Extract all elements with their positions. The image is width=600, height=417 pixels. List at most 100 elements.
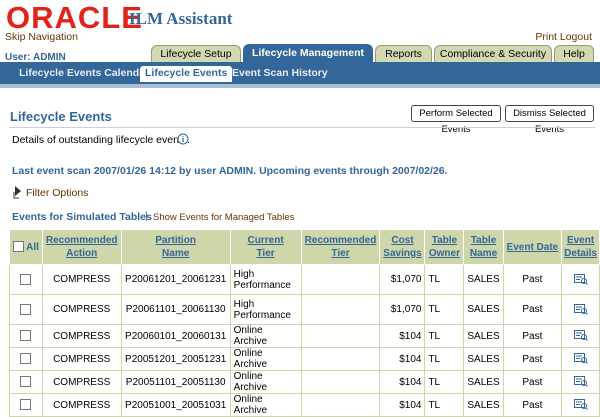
- row-select-checkbox[interactable]: [20, 353, 32, 365]
- tab-lifecycle-management[interactable]: Lifecycle Management: [243, 44, 373, 63]
- table-row: COMPRESS P20051001_20051031 Online Archive…: [9, 393, 600, 417]
- subnav-events-calendar[interactable]: Lifecycle Events Calendar: [14, 66, 154, 82]
- col-event-details[interactable]: Event Details: [561, 229, 600, 265]
- select-all-header: All: [9, 229, 43, 265]
- event-details-cell: [561, 393, 600, 417]
- table-row: COMPRESS P20060101_20060131 Online Archive…: [9, 324, 600, 348]
- cost-savings-cell: $104: [379, 324, 426, 348]
- partition-name-cell: P20051001_20051031: [120, 393, 231, 417]
- row-select-cell: [9, 393, 43, 417]
- print-link[interactable]: Print: [535, 31, 557, 43]
- current-tier-text: Online Archive: [233, 371, 268, 393]
- col-table-owner[interactable]: Table Owner: [424, 229, 465, 265]
- col-owner-l1: Table: [431, 235, 458, 246]
- tab-reports[interactable]: Reports: [375, 45, 432, 62]
- current-tier-text: High: [233, 268, 255, 280]
- current-tier-text: High: [233, 298, 255, 310]
- partition-name-cell: P20051201_20051231: [120, 347, 231, 371]
- app-name: ILM Assistant: [129, 9, 233, 28]
- current-tier-cell: High Performance: [229, 294, 302, 325]
- dismiss-selected-events-button[interactable]: Dismiss Selected Events: [505, 105, 594, 135]
- current-tier-text: Performance: [233, 309, 291, 321]
- table-owner-cell: TL: [424, 264, 465, 295]
- row-select-checkbox[interactable]: [20, 399, 32, 411]
- col-partition-l2: Name: [162, 248, 190, 259]
- recommended-action-cell: COMPRESS: [41, 294, 122, 325]
- col-owner-l2: Owner: [428, 248, 460, 259]
- row-select-cell: [9, 347, 43, 371]
- last-scan-info: Last event scan 2007/01/26 14:12 by user…: [12, 165, 448, 177]
- table-owner-cell: TL: [424, 370, 465, 394]
- event-details-cell: [561, 294, 600, 325]
- col-recommended-action[interactable]: Recommended Action: [41, 229, 122, 265]
- recommended-action-cell: COMPRESS: [41, 393, 122, 417]
- table-header-row: All Recommended Action Partition Name Curr…: [9, 229, 600, 265]
- info-icon[interactable]: i: [177, 133, 189, 145]
- partition-name-cell: P20061101_20061130: [120, 294, 231, 325]
- table-name-cell: SALES: [463, 347, 504, 371]
- perform-selected-events-button[interactable]: Perform Selected Events: [411, 105, 501, 135]
- col-current-tier-l2: Tier: [256, 248, 275, 259]
- event-details-icon[interactable]: [573, 399, 588, 411]
- logout-link[interactable]: Logout: [560, 31, 592, 43]
- event-details-icon[interactable]: [573, 273, 588, 285]
- col-cost-savings[interactable]: Cost Savings: [379, 229, 426, 265]
- filter-options-link[interactable]: Filter Options: [26, 187, 88, 199]
- table-owner-cell: TL: [424, 324, 465, 348]
- current-tier-cell: Online Archive: [229, 347, 302, 371]
- col-cost-l1: Cost: [391, 235, 414, 246]
- tab-lifecycle-setup[interactable]: Lifecycle Setup: [151, 45, 241, 62]
- event-date-cell: Past: [502, 370, 563, 394]
- recommended-tier-cell: [300, 370, 381, 394]
- event-details-cell: [561, 370, 600, 394]
- recommended-action-cell: COMPRESS: [41, 264, 122, 295]
- subnav-lifecycle-events[interactable]: Lifecycle Events: [140, 66, 233, 82]
- cost-savings-cell: $104: [379, 393, 426, 417]
- global-links: Print Logout: [535, 31, 592, 43]
- col-table-name[interactable]: Table Name: [463, 229, 504, 265]
- table-name-cell: SALES: [463, 324, 504, 348]
- row-select-cell: [9, 294, 43, 325]
- event-date-cell: Past: [502, 324, 563, 348]
- event-details-cell: [561, 347, 600, 371]
- col-partition-name[interactable]: Partition Name: [120, 229, 231, 265]
- row-select-checkbox[interactable]: [20, 330, 32, 342]
- tab-help[interactable]: Help: [554, 45, 594, 62]
- row-select-cell: [9, 370, 43, 394]
- events-section-title: Events for Simulated Tables: [12, 211, 152, 223]
- row-select-checkbox[interactable]: [20, 376, 32, 388]
- filter-toggle-icon[interactable]: [12, 185, 24, 199]
- table-row: COMPRESS P20061101_20061130 High Performanc…: [9, 294, 600, 325]
- table-name-cell: SALES: [463, 264, 504, 295]
- col-current-tier[interactable]: Current Tier: [229, 229, 302, 265]
- event-date-cell: Past: [502, 347, 563, 371]
- event-details-icon[interactable]: [573, 330, 588, 342]
- tab-compliance-security[interactable]: Compliance & Security: [434, 45, 552, 62]
- recommended-tier-cell: [300, 264, 381, 295]
- skip-navigation-link[interactable]: Skip Navigation: [5, 31, 78, 43]
- partition-name-cell: P20060101_20060131: [120, 324, 231, 348]
- col-rec-action-l2: Action: [66, 248, 98, 259]
- table-name-cell: SALES: [463, 393, 504, 417]
- event-details-icon[interactable]: [573, 353, 588, 365]
- col-event-date[interactable]: Event Date: [502, 229, 563, 265]
- sub-navigation-bar: Lifecycle Events Calendar Lifecycle Even…: [0, 62, 600, 84]
- event-date-cell: Past: [502, 294, 563, 325]
- event-details-icon[interactable]: [573, 303, 588, 315]
- row-select-checkbox[interactable]: [20, 303, 32, 315]
- subnav-event-scan-history[interactable]: Event Scan History: [227, 66, 333, 82]
- row-select-checkbox[interactable]: [20, 273, 32, 285]
- recommended-tier-cell: [300, 294, 381, 325]
- current-tier-cell: Online Archive: [229, 324, 302, 348]
- event-details-cell: [561, 264, 600, 295]
- table-row: COMPRESS P20051201_20051231 Online Archive…: [9, 347, 600, 371]
- show-managed-tables-link[interactable]: Show Events for Managed Tables: [153, 212, 294, 223]
- col-recommended-tier[interactable]: Recommended Tier: [300, 229, 381, 265]
- event-details-cell: [561, 324, 600, 348]
- table-owner-cell: TL: [424, 294, 465, 325]
- event-details-icon[interactable]: [573, 376, 588, 388]
- col-rec-action-l1: Recommended: [45, 235, 118, 246]
- row-select-cell: [9, 264, 43, 295]
- current-tier-text: Online Archive: [233, 348, 268, 370]
- select-all-checkbox[interactable]: [12, 241, 24, 253]
